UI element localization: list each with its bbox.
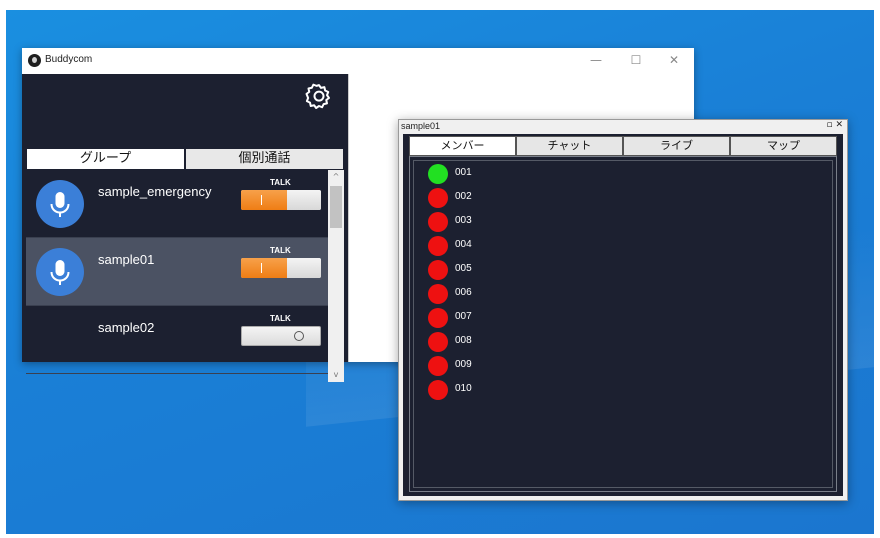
status-offline-icon: [428, 308, 448, 328]
status-offline-icon: [428, 284, 448, 304]
member-list-frame: 001 002 003 004 005 006 007 008 009 010: [409, 156, 837, 492]
status-online-icon: [428, 164, 448, 184]
member-name: 001: [455, 167, 472, 178]
scroll-down-arrow-icon[interactable]: v: [328, 368, 344, 382]
group-name: sample02: [98, 320, 155, 335]
member-name: 008: [455, 335, 472, 346]
member-name: 007: [455, 311, 472, 322]
member-window-controls[interactable]: ▫ ✕: [826, 120, 843, 130]
status-offline-icon: [428, 212, 448, 232]
maximize-button[interactable]: ☐: [624, 50, 648, 70]
group-name: sample_emergency: [98, 184, 212, 199]
toggle-on-fill: [241, 258, 287, 278]
status-offline-icon: [428, 260, 448, 280]
tab-individual-call[interactable]: 個別通話: [185, 148, 344, 170]
talk-toggle[interactable]: [241, 326, 321, 346]
gear-icon[interactable]: [304, 82, 334, 112]
group-name: sample01: [98, 252, 155, 267]
group-list: sample_emergency TALK sample01 TALK samp…: [26, 170, 328, 382]
scrollbar-thumb[interactable]: [330, 186, 342, 228]
toggle-knob[interactable]: [287, 190, 321, 210]
member-name: 005: [455, 263, 472, 274]
group-list-scrollbar[interactable]: ^ v: [328, 170, 344, 382]
tab-map[interactable]: マップ: [730, 136, 837, 156]
status-offline-icon: [428, 356, 448, 376]
talk-label: TALK: [270, 178, 291, 187]
tab-chat[interactable]: チャット: [516, 136, 623, 156]
member-name: 003: [455, 215, 472, 226]
toggle-knob[interactable]: [287, 258, 321, 278]
microphone-glyph: [50, 260, 70, 285]
scroll-up-arrow-icon[interactable]: ^: [328, 170, 344, 184]
tab-live[interactable]: ライブ: [623, 136, 730, 156]
group-row-sample02[interactable]: sample02 TALK: [26, 306, 328, 374]
status-offline-icon: [428, 380, 448, 400]
member-name: 006: [455, 287, 472, 298]
tab-members[interactable]: メンバー: [409, 136, 516, 156]
group-panel: グループ 個別通話 sample_emergency TALK sample01…: [22, 74, 348, 382]
status-offline-icon: [428, 188, 448, 208]
toggle-off-circle-icon: [294, 331, 304, 341]
member-window-body: メンバー チャット ライブ マップ 001 002 003 004 005 00…: [403, 134, 843, 496]
minimize-button[interactable]: —: [584, 50, 608, 70]
member-window-tabs: メンバー チャット ライブ マップ: [409, 136, 837, 156]
microphone-icon[interactable]: [36, 248, 84, 296]
status-offline-icon: [428, 236, 448, 256]
tab-group[interactable]: グループ: [26, 148, 185, 170]
member-name: 004: [455, 239, 472, 250]
member-name: 009: [455, 359, 472, 370]
main-window-titlebar[interactable]: Buddycom — ☐ ✕: [22, 48, 694, 74]
status-offline-icon: [428, 332, 448, 352]
main-window-title: Buddycom: [45, 54, 93, 65]
talk-label: TALK: [270, 246, 291, 255]
member-name: 010: [455, 383, 472, 394]
group-row-sample-emergency[interactable]: sample_emergency TALK: [26, 170, 328, 238]
microphone-glyph: [50, 192, 70, 217]
member-window-title: sample01: [401, 121, 441, 131]
group-row-sample01[interactable]: sample01 TALK: [26, 238, 328, 306]
desktop-background: Buddycom — ☐ ✕ グループ 個別通話 sample_emergenc…: [6, 10, 874, 534]
talk-toggle[interactable]: [241, 258, 321, 278]
member-list: 001 002 003 004 005 006 007 008 009 010: [413, 160, 833, 488]
buddycom-logo-icon: [28, 54, 41, 67]
toggle-on-fill: [241, 190, 287, 210]
member-name: 002: [455, 191, 472, 202]
sample01-window[interactable]: sample01 ▫ ✕ メンバー チャット ライブ マップ 001 002 0…: [398, 119, 848, 501]
talk-toggle[interactable]: [241, 190, 321, 210]
close-button[interactable]: ✕: [662, 50, 686, 70]
talk-label: TALK: [270, 314, 291, 323]
microphone-icon[interactable]: [36, 180, 84, 228]
group-tabs: グループ 個別通話: [26, 148, 344, 170]
